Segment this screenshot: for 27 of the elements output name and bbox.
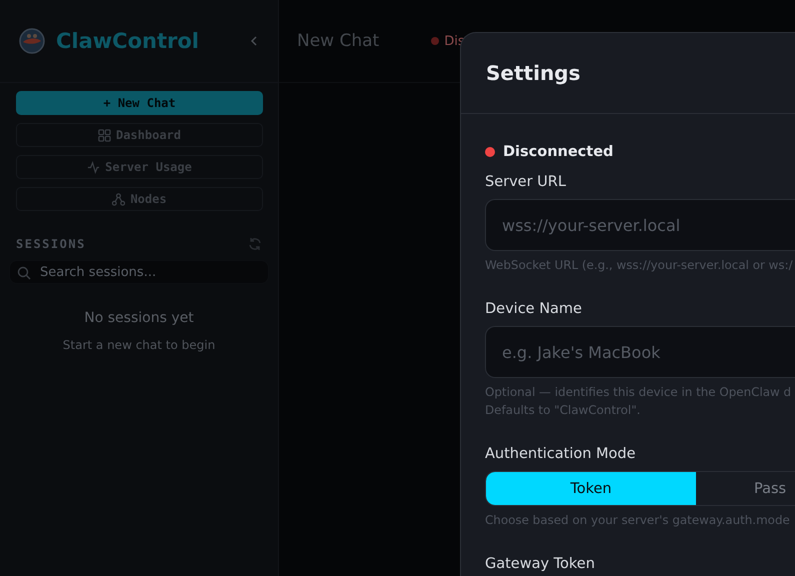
logo-icon [18, 27, 46, 55]
help-text: Defaults to "ClawControl". [485, 402, 642, 419]
search-icon [17, 266, 31, 280]
section-heading: SESSIONS [16, 237, 86, 251]
dialog-title: Settings [486, 61, 580, 85]
search-field[interactable]: Search sessions... [9, 260, 269, 284]
grid-icon [98, 128, 111, 142]
mode-option[interactable]: Pass [696, 472, 795, 505]
input-field[interactable]: e.g. Jake's MacBook [485, 326, 795, 378]
nav-button[interactable]: + New Chat [16, 91, 263, 115]
field-label: Device Name [485, 301, 583, 317]
refresh-icon[interactable] [248, 237, 262, 251]
field-label: Gateway Token [485, 556, 596, 572]
field-label: Authentication Mode [485, 446, 637, 462]
chat-title: New Chat [297, 31, 380, 51]
mode-option[interactable]: Token [486, 472, 696, 505]
app-name: ClawControl [56, 29, 200, 53]
empty-hint: Start a new chat to begin [62, 338, 216, 352]
help-text: Choose based on your server's gateway.auth.mode [485, 512, 791, 529]
input-field[interactable]: wss://your-server.local [485, 199, 795, 251]
help-text: WebSocket URL (e.g., wss://your-server.local or ws:/ [485, 257, 794, 274]
status-label: Disconnected [503, 144, 614, 160]
pulse-icon [87, 160, 100, 174]
field-label: Server URL [485, 174, 567, 190]
nodes-icon [112, 192, 126, 206]
empty-title: No sessions yet [84, 310, 194, 326]
help-text: Optional — identifies this device in the OpenClaw d [485, 384, 792, 401]
